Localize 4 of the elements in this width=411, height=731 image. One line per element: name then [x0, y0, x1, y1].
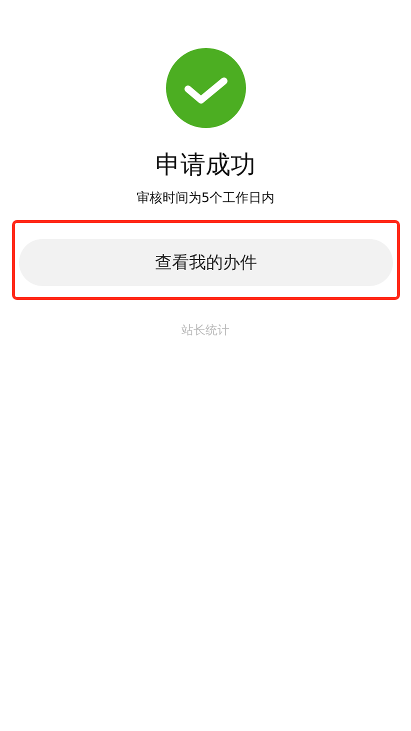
success-title: 申请成功: [156, 149, 256, 181]
success-check-icon: [166, 48, 246, 128]
review-time-note: 审核时间为5个工作日内: [136, 190, 275, 208]
view-my-cases-button[interactable]: 查看我的办件: [19, 239, 393, 286]
